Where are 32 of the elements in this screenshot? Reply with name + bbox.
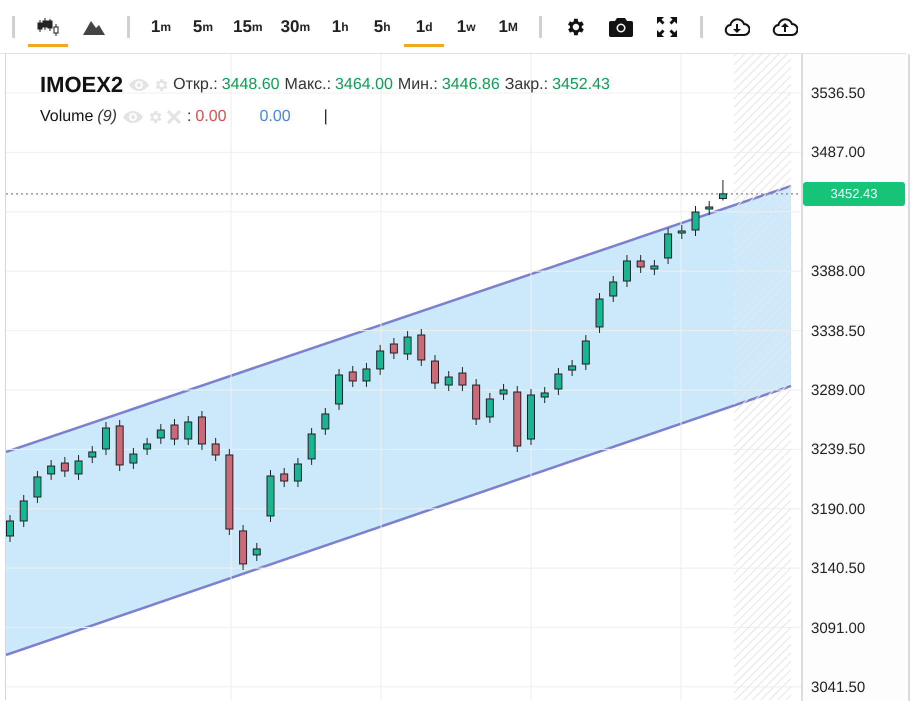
volume-value: 0.00 <box>260 108 291 126</box>
ohlc-value: 3452.43 <box>552 76 610 94</box>
price-label: 3487.00 <box>811 144 866 162</box>
separator-colon: : <box>186 108 192 126</box>
cloud-download-icon <box>724 16 750 36</box>
price-label: 3289.00 <box>811 382 866 399</box>
price-label: 3239.50 <box>811 441 866 458</box>
camera-icon <box>609 16 634 36</box>
price-label: 3041.50 <box>811 678 866 696</box>
price-label: 3388.00 <box>811 263 866 280</box>
price-label: 3140.50 <box>811 560 866 578</box>
price-label: 3091.00 <box>811 620 866 637</box>
ohlc-value: 3446.86 <box>442 76 500 94</box>
symbol-title: IMOEX2 <box>40 72 124 98</box>
price-label: 3338.50 <box>811 322 866 340</box>
ohlc-label: Макс.: <box>284 76 332 94</box>
cloud-upload-icon <box>772 16 798 36</box>
last-price-badge: 3452.43 <box>803 182 905 206</box>
ohlc-value: 3448.60 <box>222 76 280 94</box>
volume-value: 0.00 <box>195 108 227 126</box>
ohlc-label: Мин.: <box>398 76 438 94</box>
area-chart-icon <box>83 18 105 34</box>
candles-icon <box>37 18 59 36</box>
fullscreen-icon <box>657 16 678 36</box>
indicator-period: (9) <box>97 108 117 126</box>
ohlc-label: Закр.: <box>504 76 548 94</box>
ohlc-value: 3464.00 <box>335 76 393 94</box>
price-label: 3536.50 <box>811 84 866 102</box>
indicator-name: Volume <box>40 108 94 126</box>
price-label: 3190.00 <box>811 500 866 518</box>
cursor-label: | <box>324 108 328 126</box>
ohlc-label: Откр.: <box>173 76 218 94</box>
